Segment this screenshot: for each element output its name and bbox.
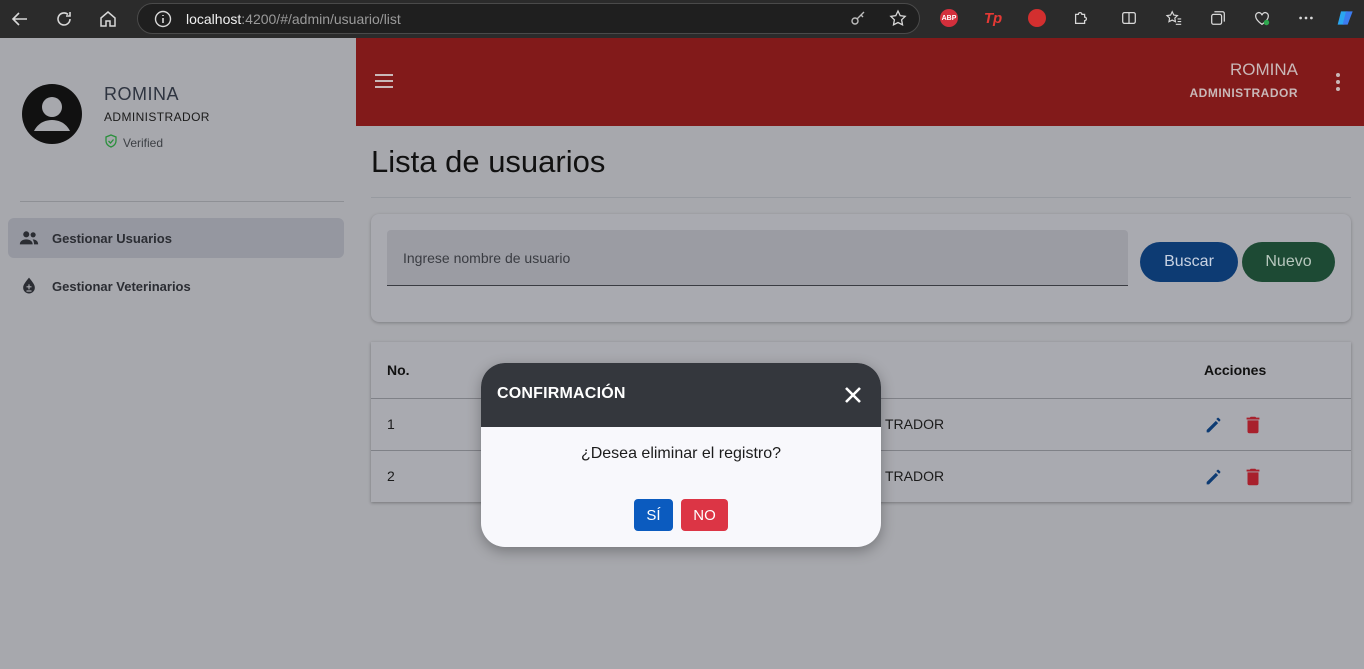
- confirm-yes-button[interactable]: SÍ: [634, 499, 673, 531]
- search-button[interactable]: Buscar: [1140, 242, 1238, 282]
- puzzle-icon[interactable]: [1071, 8, 1091, 28]
- collections-icon[interactable]: [1208, 8, 1228, 28]
- address-bar[interactable]: localhost:4200/#/admin/usuario/list: [137, 3, 920, 34]
- search-card: Buscar Nuevo: [371, 214, 1351, 322]
- page-title: Lista de usuarios: [371, 144, 606, 179]
- stop-icon[interactable]: [1027, 8, 1047, 28]
- header-user-role: ADMINISTRADOR: [1189, 86, 1298, 100]
- cell-no: 1: [387, 416, 395, 432]
- delete-icon[interactable]: [1242, 414, 1264, 436]
- abp-icon[interactable]: ABP: [939, 8, 959, 28]
- confirm-no-button[interactable]: NO: [681, 499, 728, 531]
- dialog-header: CONFIRMACIÓN: [481, 363, 881, 427]
- hamburger-menu-icon[interactable]: [374, 71, 394, 91]
- key-icon[interactable]: [849, 9, 867, 32]
- more-options-icon[interactable]: [1296, 8, 1316, 28]
- refresh-icon[interactable]: [53, 8, 75, 30]
- blood-drop-icon: [18, 275, 40, 297]
- sidebar-user-role: ADMINISTRADOR: [104, 110, 210, 124]
- abp-label: ABP: [940, 9, 958, 27]
- health-icon[interactable]: [1252, 8, 1272, 28]
- home-icon[interactable]: [97, 8, 119, 30]
- back-icon[interactable]: [9, 8, 31, 30]
- search-input[interactable]: [387, 230, 1128, 285]
- search-field[interactable]: [387, 230, 1128, 286]
- sidebar-divider: [20, 201, 344, 202]
- sidebar-item-label: Gestionar Usuarios: [52, 230, 172, 246]
- header-user-name: ROMINA: [1230, 60, 1298, 79]
- tp-icon[interactable]: Tp: [983, 8, 1003, 28]
- column-header-actions: Acciones: [1204, 362, 1267, 378]
- people-icon: [18, 227, 40, 249]
- star-icon[interactable]: [889, 9, 907, 32]
- verified-badge: Verified: [104, 134, 163, 151]
- column-header-no: No.: [387, 362, 410, 378]
- confirm-dialog: CONFIRMACIÓN ¿Desea eliminar el registro…: [481, 363, 881, 547]
- sidebar-item-label: Gestionar Veterinarios: [52, 278, 191, 294]
- url-text: localhost:4200/#/admin/usuario/list: [186, 11, 401, 27]
- split-screen-icon[interactable]: [1119, 8, 1139, 28]
- sidebar: ROMINA ADMINISTRADOR Verified Gestionar …: [0, 38, 356, 669]
- top-app-bar: ROMINA ADMINISTRADOR: [356, 38, 1364, 126]
- edit-icon[interactable]: [1203, 466, 1225, 488]
- sidebar-user-name: ROMINA: [104, 84, 179, 104]
- cell-role: TRADOR: [885, 468, 945, 484]
- tp-label: Tp: [983, 9, 1003, 27]
- close-icon[interactable]: [843, 385, 863, 405]
- new-button[interactable]: Nuevo: [1242, 242, 1335, 282]
- avatar[interactable]: [21, 83, 83, 145]
- sidebar-item-gestionar-usuarios[interactable]: Gestionar Usuarios: [8, 218, 344, 258]
- favorites-icon[interactable]: [1164, 8, 1184, 28]
- dialog-message: ¿Desea eliminar el registro?: [580, 445, 782, 462]
- info-icon[interactable]: [154, 10, 172, 28]
- verified-label: Verified: [123, 135, 164, 150]
- cell-role: TRADOR: [885, 416, 945, 432]
- sidebar-item-gestionar-veterinarios[interactable]: Gestionar Veterinarios: [8, 266, 344, 306]
- verified-shield-icon: [104, 134, 118, 151]
- edit-icon[interactable]: [1203, 414, 1225, 436]
- kebab-menu-icon[interactable]: [1332, 72, 1344, 92]
- url-host: localhost: [186, 11, 242, 27]
- copilot-icon[interactable]: [1336, 8, 1356, 28]
- delete-icon[interactable]: [1242, 466, 1264, 488]
- browser-toolbar: localhost:4200/#/admin/usuario/list ABP …: [0, 0, 1364, 38]
- cell-no: 2: [387, 468, 395, 484]
- dialog-title: CONFIRMACIÓN: [497, 385, 626, 402]
- title-divider: [371, 197, 1351, 198]
- url-path: :4200/#/admin/usuario/list: [241, 11, 401, 27]
